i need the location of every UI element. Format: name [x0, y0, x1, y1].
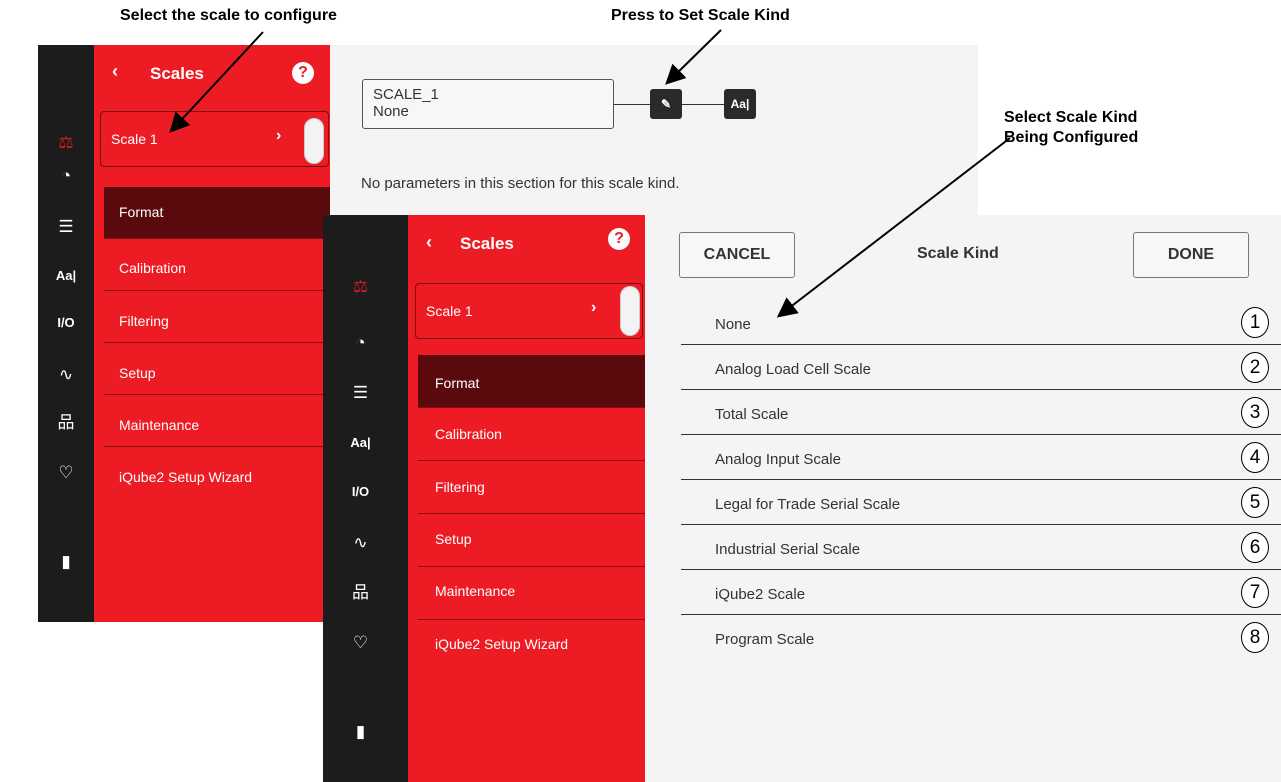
arrow-select-kind [776, 137, 1011, 318]
arrow-select-scale [169, 31, 264, 133]
callout-arrows [169, 29, 1011, 318]
arrow-press-set-kind [665, 29, 722, 85]
